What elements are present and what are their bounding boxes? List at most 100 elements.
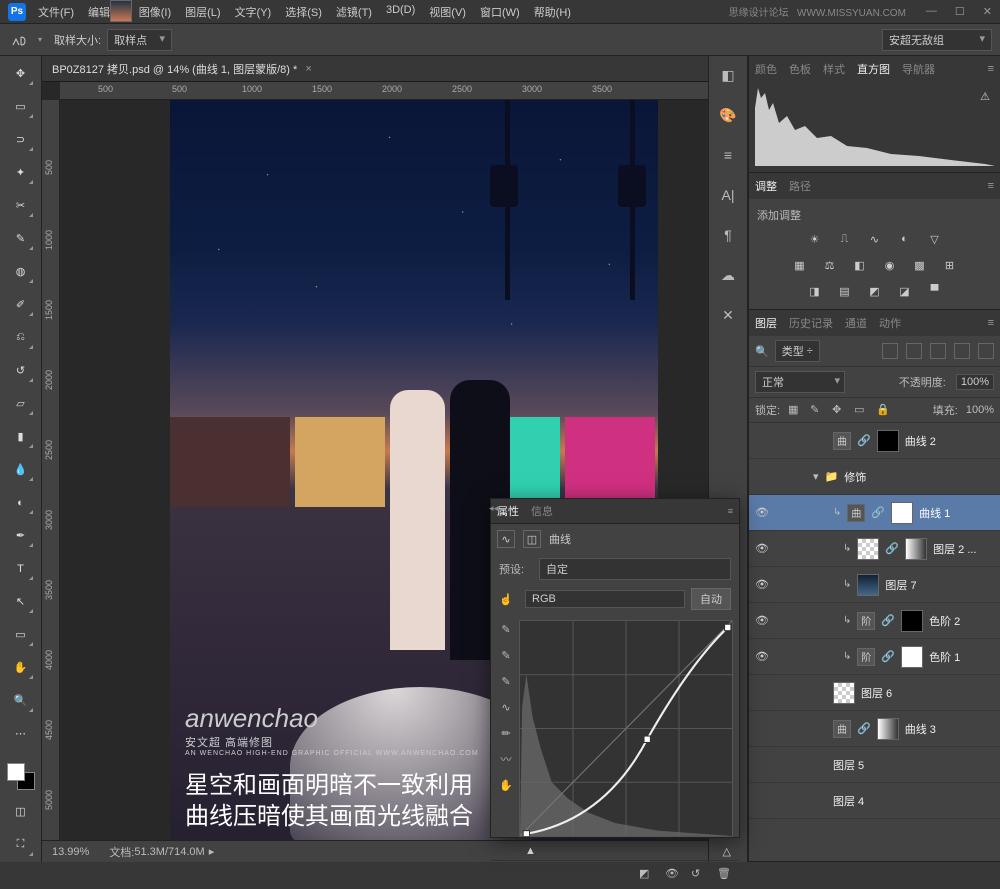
menu-filter[interactable]: 滤镜(T) — [336, 4, 372, 20]
quick-mask-toggle[interactable]: ◫ — [9, 800, 33, 823]
tab-histogram[interactable]: 直方图 — [857, 61, 890, 77]
menu-help[interactable]: 帮助(H) — [534, 4, 571, 20]
lock-move-icon[interactable]: ✥ — [832, 403, 846, 417]
opacity-value[interactable]: 100% — [956, 374, 994, 390]
tab-adjustments[interactable]: 调整 — [755, 178, 777, 194]
adj-exposure-icon[interactable]: ◐ — [895, 229, 915, 249]
layer-name[interactable]: 色阶 1 — [929, 649, 960, 665]
white-slider-icon[interactable]: △ — [723, 845, 731, 858]
layer-row[interactable]: 图层 5 — [749, 747, 1000, 783]
layer-name[interactable]: 图层 6 — [861, 685, 892, 701]
current-tool-icon[interactable] — [8, 28, 32, 52]
filter-pixel-icon[interactable] — [882, 343, 898, 359]
layer-row[interactable]: 👁↳图层 7 — [749, 567, 1000, 603]
menu-select[interactable]: 选择(S) — [285, 4, 322, 20]
document-tab-close-icon[interactable]: × — [305, 63, 311, 75]
tool-magic-wand[interactable]: ✦ — [9, 161, 33, 184]
layer-row[interactable]: 曲🔗曲线 3 — [749, 711, 1000, 747]
layer-visibility-icon[interactable]: 👁 — [755, 542, 771, 555]
reset-icon[interactable]: ↺ — [691, 867, 707, 883]
tool-path-select[interactable]: ↖ — [9, 590, 33, 613]
layer-name[interactable]: 色阶 2 — [929, 613, 960, 629]
tool-shape[interactable]: ▭ — [9, 623, 33, 646]
menu-view[interactable]: 视图(V) — [429, 4, 466, 20]
layer-mask-thumb[interactable] — [901, 646, 923, 668]
status-chevron-icon[interactable]: ▸ — [209, 845, 215, 858]
layer-mask-thumb[interactable] — [905, 538, 927, 560]
menu-layer[interactable]: 图层(L) — [185, 4, 220, 20]
tool-history-brush[interactable]: ↺ — [9, 359, 33, 382]
layer-row[interactable]: 👁↳🔗图层 2 ... — [749, 531, 1000, 567]
fill-value[interactable]: 100% — [966, 404, 994, 416]
curves-graph[interactable] — [519, 620, 733, 837]
filter-kind-icon[interactable]: 🔍 — [755, 345, 769, 358]
layer-mask-thumb[interactable] — [901, 610, 923, 632]
filter-shape-icon[interactable] — [954, 343, 970, 359]
panel-collapse-icon[interactable]: ◂◂ — [489, 503, 498, 514]
tool-lasso[interactable]: ⊃ — [9, 128, 33, 151]
layer-name[interactable]: 图层 2 ... — [933, 541, 976, 557]
window-maximize-icon[interactable]: ☐ — [955, 5, 965, 18]
layer-row[interactable]: 图层 4 — [749, 783, 1000, 819]
panel-menu-icon[interactable]: ≡ — [728, 506, 733, 516]
layer-row[interactable]: 曲🔗曲线 2 — [749, 423, 1000, 459]
draw-curve-icon[interactable]: ✏ — [497, 724, 515, 742]
window-close-icon[interactable]: ✕ — [983, 5, 992, 18]
tool-zoom[interactable]: 🔍 — [9, 689, 33, 712]
adj-channel-mixer-icon[interactable]: ▩ — [910, 255, 930, 275]
tab-color[interactable]: 颜色 — [755, 61, 777, 77]
layer-name[interactable]: 图层 4 — [833, 793, 864, 809]
adj-levels-icon[interactable]: ⎍ — [835, 229, 855, 249]
dock-character-icon[interactable]: A| — [717, 184, 739, 206]
layer-name[interactable]: 曲线 1 — [919, 505, 950, 521]
layers-list[interactable]: 曲🔗曲线 2▾📁修饰👁↳曲🔗曲线 1👁↳🔗图层 2 ...👁↳图层 7👁↳阶🔗色… — [749, 423, 1000, 861]
preset-dropdown[interactable]: 自定 — [539, 558, 731, 580]
tool-preset-chevron-icon[interactable]: ▾ — [38, 35, 42, 44]
menu-window[interactable]: 窗口(W) — [480, 4, 520, 20]
toggle-visibility-icon[interactable]: 👁 — [665, 867, 681, 883]
layer-filter-dropdown[interactable]: 类型 ÷ — [775, 340, 820, 362]
tab-info[interactable]: 信息 — [531, 503, 553, 519]
layer-row[interactable]: 图层 6 — [749, 675, 1000, 711]
tool-pen[interactable]: ✒ — [9, 524, 33, 547]
document-tab[interactable]: BP0Z8127 拷贝.psd @ 14% (曲线 1, 图层蒙版/8) * × — [42, 56, 708, 82]
dock-glyphs-icon[interactable]: ¶ — [717, 224, 739, 246]
panel-menu-icon[interactable]: ≡ — [988, 63, 994, 75]
window-minimize-icon[interactable]: — — [926, 5, 937, 18]
properties-panel[interactable]: ◂◂ 属性 信息 ≡ ∿ ◫ 曲线 预设: 自定 ☝ RGB 自动 ✎ ✎ ✎ … — [490, 498, 740, 838]
layer-name[interactable]: 图层 7 — [885, 577, 916, 593]
menu-file[interactable]: 文件(F) — [38, 4, 74, 20]
layer-row[interactable]: 👁↳阶🔗色阶 2 — [749, 603, 1000, 639]
adj-selective-icon[interactable]: ◪ — [895, 281, 915, 301]
tool-eraser[interactable]: ▱ — [9, 392, 33, 415]
color-swatches[interactable] — [7, 763, 35, 790]
adj-hue-icon[interactable]: ▦ — [790, 255, 810, 275]
adj-photo-filter-icon[interactable]: ◉ — [880, 255, 900, 275]
layer-row[interactable]: 👁↳曲🔗曲线 1 — [749, 495, 1000, 531]
layer-name[interactable]: 图层 5 — [833, 757, 864, 773]
tool-type[interactable]: T — [9, 557, 33, 580]
tool-healing[interactable]: ◍ — [9, 260, 33, 283]
layer-visibility-icon[interactable]: 👁 — [755, 614, 771, 627]
tool-marquee[interactable]: ▭ — [9, 95, 33, 118]
sample-gray-icon[interactable]: ✎ — [497, 646, 515, 664]
sample-size-dropdown[interactable]: 取样点 — [107, 29, 172, 51]
adj-colorbal-icon[interactable]: ⚖ — [820, 255, 840, 275]
smooth-icon[interactable]: 〰 — [497, 750, 515, 768]
delete-adj-icon[interactable]: 🗑 — [717, 867, 733, 883]
clip-to-layer-icon[interactable]: ◩ — [639, 867, 655, 883]
edit-points-icon[interactable]: ∿ — [497, 698, 515, 716]
adj-posterize-icon[interactable]: ▤ — [835, 281, 855, 301]
tab-navigator[interactable]: 导航器 — [902, 61, 935, 77]
channel-dropdown[interactable]: RGB — [525, 590, 685, 608]
layer-name[interactable]: 曲线 2 — [905, 433, 936, 449]
layer-visibility-icon[interactable]: 👁 — [755, 650, 771, 663]
tool-hand[interactable]: ✋ — [9, 656, 33, 679]
menu-3d[interactable]: 3D(D) — [386, 4, 415, 20]
tab-properties[interactable]: 属性 — [497, 503, 519, 519]
zoom-level[interactable]: 13.99% — [52, 846, 89, 858]
lock-pixels-icon[interactable]: ▦ — [788, 403, 802, 417]
layer-row[interactable]: 👁↳阶🔗色阶 1 — [749, 639, 1000, 675]
tool-eyedropper[interactable]: ✎ — [9, 227, 33, 250]
tool-move[interactable]: ✥ — [9, 62, 33, 85]
